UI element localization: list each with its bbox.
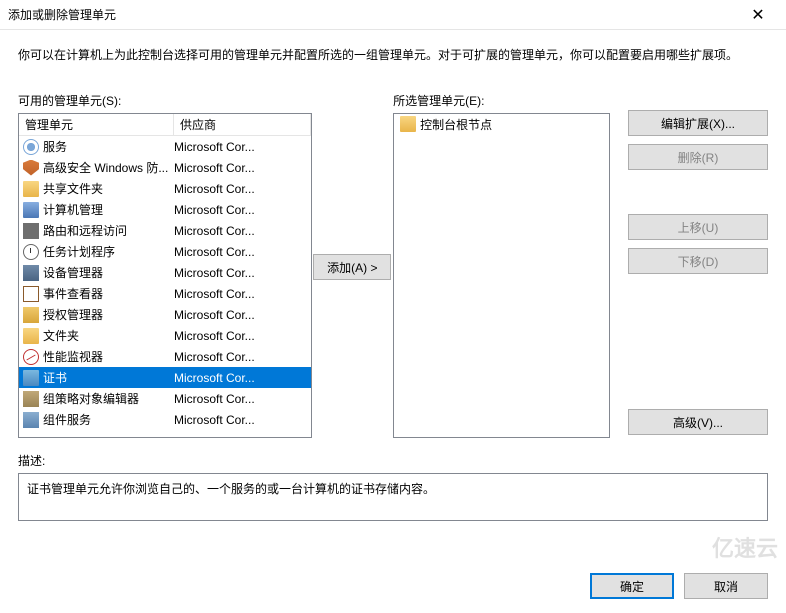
list-item[interactable]: 设备管理器Microsoft Cor... xyxy=(19,262,311,283)
col-header-name[interactable]: 管理单元 xyxy=(19,114,174,135)
list-item[interactable]: 高级安全 Windows 防...Microsoft Cor... xyxy=(19,157,311,178)
clock-icon xyxy=(23,244,39,260)
item-name: 性能监视器 xyxy=(43,348,174,365)
close-button[interactable]: ✕ xyxy=(738,0,778,30)
ok-button[interactable]: 确定 xyxy=(590,573,674,599)
titlebar: 添加或删除管理单元 ✕ xyxy=(0,0,786,30)
item-name: 授权管理器 xyxy=(43,306,174,323)
list-item[interactable]: 文件夹Microsoft Cor... xyxy=(19,325,311,346)
route-icon xyxy=(23,223,39,239)
folder2-icon xyxy=(23,328,39,344)
list-item[interactable]: 组策略对象编辑器Microsoft Cor... xyxy=(19,388,311,409)
item-vendor: Microsoft Cor... xyxy=(174,371,309,385)
list-item[interactable]: 组件服务Microsoft Cor... xyxy=(19,409,311,430)
move-down-button[interactable]: 下移(D) xyxy=(628,248,768,274)
list-item[interactable]: 授权管理器Microsoft Cor... xyxy=(19,304,311,325)
item-vendor: Microsoft Cor... xyxy=(174,287,309,301)
folder-icon xyxy=(23,181,39,197)
item-vendor: Microsoft Cor... xyxy=(174,350,309,364)
item-vendor: Microsoft Cor... xyxy=(174,140,309,154)
move-up-button[interactable]: 上移(U) xyxy=(628,214,768,240)
add-button[interactable]: 添加(A) > xyxy=(313,254,391,280)
item-name: 设备管理器 xyxy=(43,264,174,281)
item-vendor: Microsoft Cor... xyxy=(174,413,309,427)
item-name: 任务计划程序 xyxy=(43,243,174,260)
computer-icon xyxy=(23,202,39,218)
description-box: 证书管理单元允许你浏览自己的、一个服务的或一台计算机的证书存储内容。 xyxy=(18,473,768,521)
item-vendor: Microsoft Cor... xyxy=(174,203,309,217)
list-item[interactable]: 计算机管理Microsoft Cor... xyxy=(19,199,311,220)
col-header-vendor[interactable]: 供应商 xyxy=(174,114,311,135)
item-name: 组件服务 xyxy=(43,411,174,428)
selected-label: 所选管理单元(E): xyxy=(393,92,610,109)
list-item[interactable]: 服务Microsoft Cor... xyxy=(19,136,311,157)
list-item[interactable]: 共享文件夹Microsoft Cor... xyxy=(19,178,311,199)
list-item[interactable]: 性能监视器Microsoft Cor... xyxy=(19,346,311,367)
item-name: 共享文件夹 xyxy=(43,180,174,197)
available-label: 可用的管理单元(S): xyxy=(18,92,312,109)
console-root-icon xyxy=(400,116,416,132)
item-vendor: Microsoft Cor... xyxy=(174,224,309,238)
item-vendor: Microsoft Cor... xyxy=(174,392,309,406)
event-icon xyxy=(23,286,39,302)
list-item[interactable]: 事件查看器Microsoft Cor... xyxy=(19,283,311,304)
item-name: 事件查看器 xyxy=(43,285,174,302)
item-name: 路由和远程访问 xyxy=(43,222,174,239)
list-header: 管理单元 供应商 xyxy=(19,114,311,136)
watermark: 亿速云 xyxy=(712,531,778,563)
item-name: 高级安全 Windows 防... xyxy=(43,159,174,176)
list-item[interactable]: 任务计划程序Microsoft Cor... xyxy=(19,241,311,262)
available-listbox[interactable]: 管理单元 供应商 服务Microsoft Cor...高级安全 Windows … xyxy=(18,113,312,438)
item-vendor: Microsoft Cor... xyxy=(174,182,309,196)
gear-icon xyxy=(23,139,39,155)
tree-root-label: 控制台根节点 xyxy=(420,116,492,133)
edit-extensions-button[interactable]: 编辑扩展(X)... xyxy=(628,110,768,136)
shield-icon xyxy=(23,160,39,176)
item-name: 证书 xyxy=(43,369,174,386)
auth-icon xyxy=(23,307,39,323)
cancel-button[interactable]: 取消 xyxy=(684,573,768,599)
close-icon: ✕ xyxy=(751,5,764,25)
advanced-button[interactable]: 高级(V)... xyxy=(628,409,768,435)
item-vendor: Microsoft Cor... xyxy=(174,245,309,259)
compsvc-icon xyxy=(23,412,39,428)
item-name: 组策略对象编辑器 xyxy=(43,390,174,407)
description-label: 描述: xyxy=(18,452,768,469)
tree-root[interactable]: 控制台根节点 xyxy=(394,114,609,134)
list-item[interactable]: 证书Microsoft Cor... xyxy=(19,367,311,388)
list-item[interactable]: 路由和远程访问Microsoft Cor... xyxy=(19,220,311,241)
item-name: 服务 xyxy=(43,138,174,155)
item-vendor: Microsoft Cor... xyxy=(174,266,309,280)
item-name: 文件夹 xyxy=(43,327,174,344)
perf-icon xyxy=(23,349,39,365)
cert-icon xyxy=(23,370,39,386)
item-vendor: Microsoft Cor... xyxy=(174,308,309,322)
item-vendor: Microsoft Cor... xyxy=(174,161,309,175)
gpo-icon xyxy=(23,391,39,407)
device-icon xyxy=(23,265,39,281)
item-vendor: Microsoft Cor... xyxy=(174,329,309,343)
item-name: 计算机管理 xyxy=(43,201,174,218)
remove-button[interactable]: 删除(R) xyxy=(628,144,768,170)
window-title: 添加或删除管理单元 xyxy=(8,6,738,23)
instruction-text: 你可以在计算机上为此控制台选择可用的管理单元并配置所选的一组管理单元。对于可扩展… xyxy=(18,46,768,64)
selected-listbox[interactable]: 控制台根节点 xyxy=(393,113,610,438)
